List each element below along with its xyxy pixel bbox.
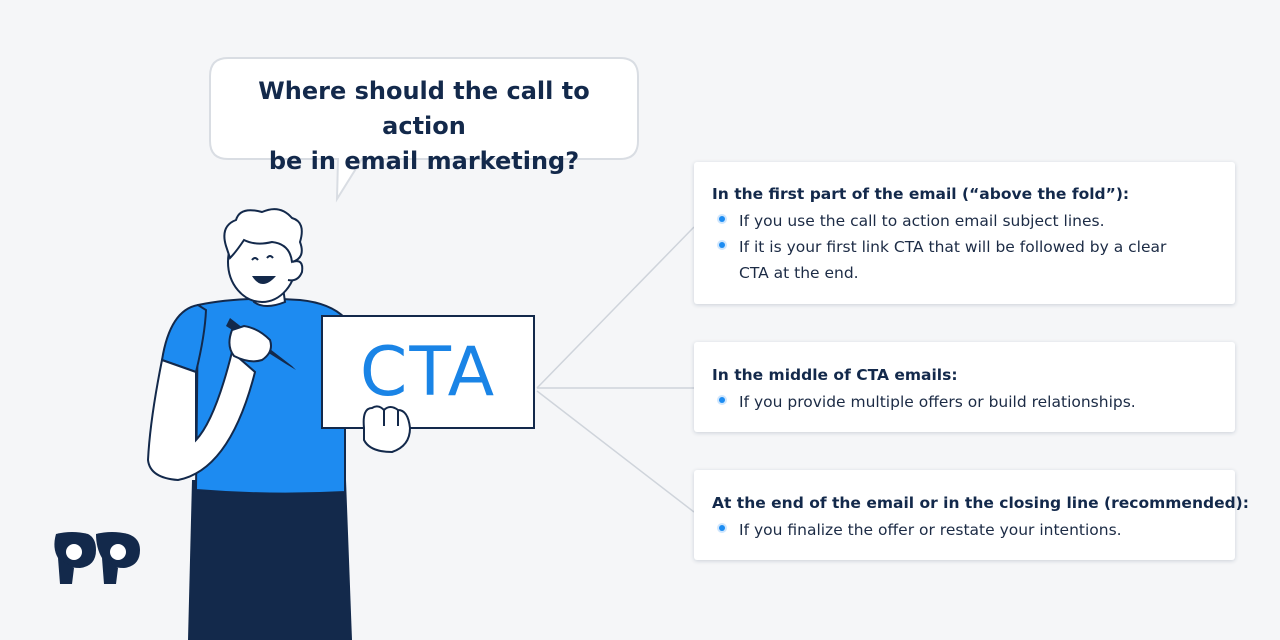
card-list: If you finalize the offer or restate you… (712, 517, 1217, 543)
list-item-text-continued: CTA at the end. (739, 264, 859, 282)
list-item-text: If you use the call to action email subj… (739, 212, 1105, 230)
bullet-dot-icon (719, 242, 725, 248)
bullet-dot-icon (719, 216, 725, 222)
bullet-dot-icon (719, 525, 725, 531)
list-item: If you use the call to action email subj… (712, 208, 1217, 234)
info-card-middle: In the middle of CTA emails: If you prov… (694, 342, 1235, 432)
card-title: In the first part of the email (“above t… (712, 185, 1130, 203)
list-item: If you provide multiple offers or build … (712, 389, 1217, 415)
brand-logo-icon (54, 532, 140, 584)
list-item-text: If you finalize the offer or restate you… (739, 521, 1122, 539)
list-item-text: If it is your first link CTA that will b… (739, 238, 1167, 256)
list-item-text: If you provide multiple offers or build … (739, 393, 1136, 411)
card-list: If you provide multiple offers or build … (712, 389, 1217, 415)
card-title: At the end of the email or in the closin… (712, 494, 1249, 512)
list-item: If it is your first link CTA that will b… (712, 234, 1217, 286)
info-card-above-fold: In the first part of the email (“above t… (694, 162, 1235, 304)
card-list: If you use the call to action email subj… (712, 208, 1217, 286)
card-title: In the middle of CTA emails: (712, 366, 958, 384)
cta-sign-label: CTA (359, 332, 497, 412)
info-card-end: At the end of the email or in the closin… (694, 470, 1249, 560)
bullet-dot-icon (719, 397, 725, 403)
list-item: If you finalize the offer or restate you… (712, 517, 1217, 543)
